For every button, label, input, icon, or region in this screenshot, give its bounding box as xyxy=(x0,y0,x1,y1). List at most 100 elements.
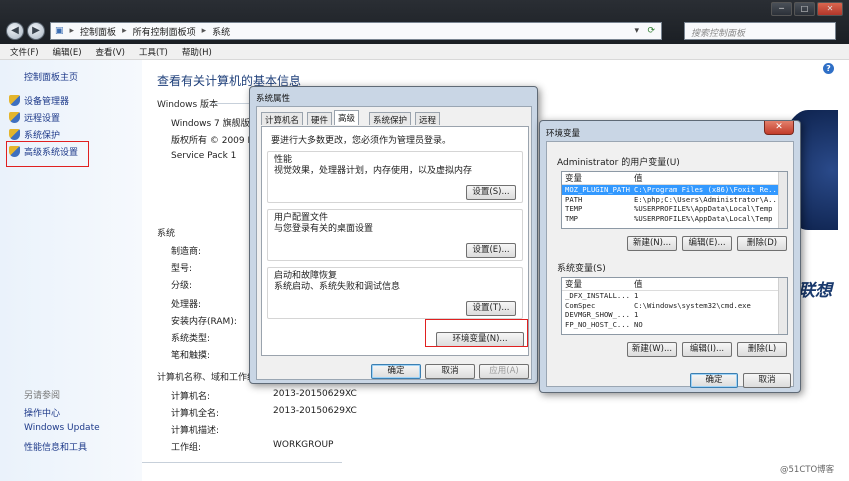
table-row[interactable]: FP_NO_HOST_C... NO xyxy=(562,320,787,330)
dialog-title: 系统属性 xyxy=(256,94,291,104)
sidebar-item-device-manager[interactable]: 设备管理器 xyxy=(9,94,69,107)
system-delete-button[interactable]: 删除(L) xyxy=(737,342,787,357)
shield-icon xyxy=(9,112,20,123)
tab-system-protection[interactable]: 系统保护 xyxy=(369,112,412,126)
env-cancel-button[interactable]: 取消 xyxy=(743,373,791,388)
user-new-button[interactable]: 新建(N)... xyxy=(627,236,677,251)
scrollbar[interactable] xyxy=(778,172,787,228)
table-header: 变量 值 xyxy=(562,278,787,291)
processor-label: 处理器: xyxy=(171,300,202,310)
forward-button[interactable]: ▶ xyxy=(27,22,45,40)
close-button[interactable]: ✕ xyxy=(817,2,843,16)
apply-button[interactable]: 应用(A) xyxy=(479,364,529,379)
system-new-button[interactable]: 新建(W)... xyxy=(627,342,677,357)
address-bar[interactable]: ▣ ▸ 控制面板 ▸ 所有控制面板项 ▸ 系统 ▾ ⟳ xyxy=(50,22,662,40)
admin-note: 要进行大多数更改，您必须作为管理员登录。 xyxy=(271,136,452,146)
var-value: NO xyxy=(634,319,643,329)
help-icon[interactable]: ? xyxy=(823,63,834,74)
table-row[interactable]: TEMP %USERPROFILE%\AppData\Local\Temp xyxy=(562,204,787,214)
var-name: ComSpec xyxy=(565,300,596,310)
link-performance-info[interactable]: 性能信息和工具 xyxy=(24,440,87,453)
var-name: MOZ_PLUGIN_PATH xyxy=(565,185,630,195)
watermark: @51CTO博客 xyxy=(780,465,835,475)
tab-remote[interactable]: 远程 xyxy=(415,112,441,126)
menu-edit[interactable]: 编辑(E) xyxy=(53,46,82,58)
breadcrumb-system[interactable]: 系统 xyxy=(212,25,230,38)
var-value: C:\Program Files (x86)\Foxit Re... xyxy=(634,185,782,195)
tab-computer-name[interactable]: 计算机名 xyxy=(261,112,304,126)
ok-button[interactable]: 确定 xyxy=(371,364,421,379)
control-panel-home-link[interactable]: 控制面板主页 xyxy=(24,70,78,83)
menu-help[interactable]: 帮助(H) xyxy=(182,46,212,58)
column-value[interactable]: 值 xyxy=(632,278,787,290)
table-row[interactable]: MOZ_PLUGIN_PATH C:\Program Files (x86)\Fo… xyxy=(562,185,787,195)
menu-file[interactable]: 文件(F) xyxy=(10,46,39,58)
var-value: 1 xyxy=(634,291,639,301)
user-vars-table[interactable]: 变量 值 MOZ_PLUGIN_PATH C:\Program Files (x8… xyxy=(561,171,788,229)
performance-desc: 视觉效果，处理器计划，内存使用，以及虚拟内存 xyxy=(274,166,473,176)
oem-logo: 联想 xyxy=(798,281,832,301)
env-ok-button[interactable]: 确定 xyxy=(690,373,738,388)
sidebar-item-label: 设备管理器 xyxy=(24,97,70,107)
dropdown-arrow-icon[interactable]: ▾ xyxy=(634,26,639,36)
performance-settings-button[interactable]: 设置(S)... xyxy=(466,185,516,200)
minimize-button[interactable]: ─ xyxy=(771,2,792,16)
profiles-settings-button[interactable]: 设置(E)... xyxy=(466,243,516,258)
service-pack: Service Pack 1 xyxy=(171,151,237,161)
search-input[interactable]: 搜索控制面板 xyxy=(684,22,836,40)
table-row[interactable]: TMP %USERPROFILE%\AppData\Local\Temp xyxy=(562,214,787,224)
pen-touch-label: 笔和触摸: xyxy=(171,351,211,361)
divider xyxy=(212,103,252,104)
column-value[interactable]: 值 xyxy=(632,172,787,184)
full-name-value: 2013-20150629XC xyxy=(273,406,357,416)
user-edit-button[interactable]: 编辑(E)... xyxy=(682,236,732,251)
tab-advanced[interactable]: 高级 xyxy=(334,110,360,125)
cancel-button[interactable]: 取消 xyxy=(425,364,475,379)
breadcrumb-control-panel[interactable]: 控制面板 xyxy=(80,25,116,38)
highlight-box xyxy=(425,319,528,347)
table-row[interactable]: PATH E:\php;C:\Users\Administrator\A... xyxy=(562,195,787,205)
tab-hardware[interactable]: 硬件 xyxy=(307,112,333,126)
system-edit-button[interactable]: 编辑(I)... xyxy=(682,342,732,357)
manufacturer-label: 制造商: xyxy=(171,247,202,257)
table-row[interactable]: DEVMGR_SHOW_... 1 xyxy=(562,310,787,320)
var-value: E:\php;C:\Users\Administrator\A... xyxy=(634,194,782,204)
breadcrumb-all-items[interactable]: 所有控制面板项 xyxy=(133,25,196,38)
sidebar-item-remote-settings[interactable]: 远程设置 xyxy=(9,111,60,124)
performance-group: 性能 视觉效果，处理器计划，内存使用，以及虚拟内存 设置(S)... xyxy=(267,151,523,203)
menu-bar: 文件(F) 编辑(E) 查看(V) 工具(T) 帮助(H) xyxy=(0,44,849,60)
link-windows-update[interactable]: Windows Update xyxy=(24,423,100,433)
see-also-heading: 另请参阅 xyxy=(24,391,61,401)
var-name: _DFX_INSTALL... xyxy=(565,291,630,301)
user-delete-button[interactable]: 删除(D) xyxy=(737,236,787,251)
menu-view[interactable]: 查看(V) xyxy=(96,46,125,58)
tab-strip: 计算机名 硬件 高级 系统保护 远程 xyxy=(261,110,529,127)
startup-settings-button[interactable]: 设置(T)... xyxy=(466,301,516,316)
table-row[interactable]: _DFX_INSTALL... 1 xyxy=(562,291,787,301)
system-vars-table[interactable]: 变量 值 _DFX_INSTALL... 1 ComSpec C:\Windows\… xyxy=(561,277,788,335)
column-variable[interactable]: 变量 xyxy=(562,278,632,290)
var-value: C:\Windows\system32\cmd.exe xyxy=(634,300,751,310)
workgroup-label: 工作组: xyxy=(171,443,202,453)
chevron-right-icon: ▸ xyxy=(69,26,75,36)
var-value: 1 xyxy=(634,310,639,320)
maximize-button[interactable]: □ xyxy=(794,2,815,16)
scrollbar[interactable] xyxy=(778,278,787,334)
sidebar-item-label: 系统保护 xyxy=(24,131,61,141)
var-name: DEVMGR_SHOW_... xyxy=(565,310,630,320)
ram-label: 安装内存(RAM): xyxy=(171,317,237,327)
table-row[interactable]: ComSpec C:\Windows\system32\cmd.exe xyxy=(562,301,787,311)
startup-recovery-group: 启动和故障恢复 系统启动、系统失败和调试信息 设置(T)... xyxy=(267,267,523,319)
computer-name-value: 2013-20150629XC xyxy=(273,389,357,399)
link-action-center[interactable]: 操作中心 xyxy=(24,406,60,419)
sidebar-item-system-protection[interactable]: 系统保护 xyxy=(9,128,60,141)
var-value: %USERPROFILE%\AppData\Local\Temp xyxy=(634,204,773,214)
edition-header: Windows 版本 xyxy=(157,100,219,110)
menu-tools[interactable]: 工具(T) xyxy=(139,46,168,58)
back-button[interactable]: ◀ xyxy=(6,22,24,40)
shield-icon xyxy=(9,129,20,140)
column-variable[interactable]: 变量 xyxy=(562,172,632,184)
refresh-icon[interactable]: ⟳ xyxy=(647,26,655,36)
sidebar-item-label: 远程设置 xyxy=(24,114,61,124)
close-icon[interactable]: ✕ xyxy=(764,121,794,135)
